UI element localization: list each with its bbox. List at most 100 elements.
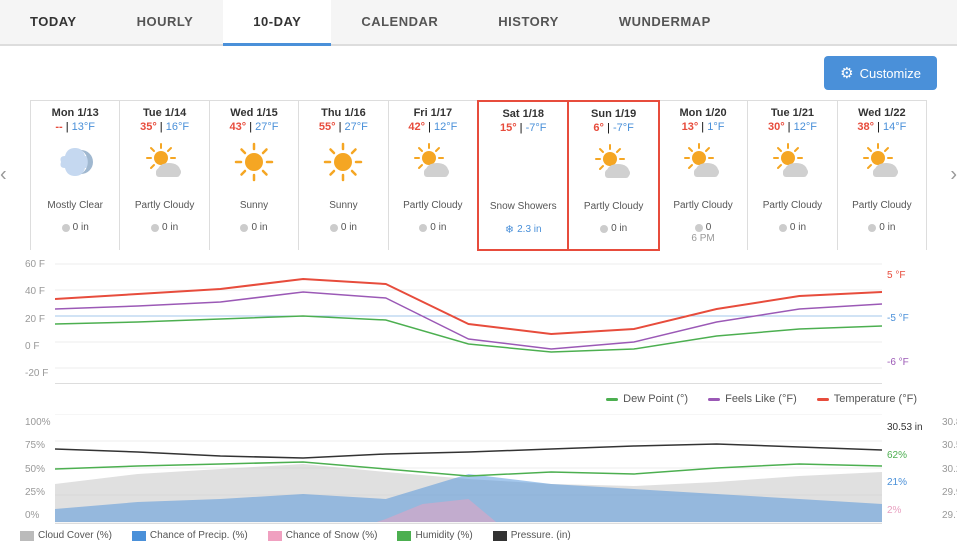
toolbar: ⚙ Customize xyxy=(0,46,957,100)
day-label: Partly Cloudy xyxy=(393,191,473,219)
rain-dot-icon xyxy=(330,224,338,232)
rain-dot-icon xyxy=(868,224,876,232)
day-temps: 43° | 27°F xyxy=(214,121,294,133)
legend-humidity: Humidity (%) xyxy=(397,530,472,541)
day-temps: 13° | 1°F xyxy=(663,121,743,133)
day-icon xyxy=(663,137,743,187)
precip-y-axis: 100% 75% 50% 25% 0% xyxy=(25,414,51,524)
day-precip: 0 in xyxy=(393,222,473,233)
day-date: Wed 1/22 xyxy=(842,107,922,119)
tab-wundermap[interactable]: WUNDERMAP xyxy=(589,0,741,46)
tab-hourly[interactable]: HOURLY xyxy=(107,0,224,46)
snowflake-icon: ❄ xyxy=(505,223,514,236)
snow-chance-color xyxy=(268,531,282,541)
legend-pressure: Pressure. (in) xyxy=(493,530,571,541)
day-date: Fri 1/17 xyxy=(393,107,473,119)
snow-pct-label: 2% xyxy=(887,505,937,516)
day-temps: 42° | 12°F xyxy=(393,121,473,133)
day-label: Partly Cloudy xyxy=(752,191,832,219)
prev-arrow[interactable]: ‹ xyxy=(0,164,7,187)
precip-chart-svg xyxy=(55,414,882,524)
tab-history[interactable]: HISTORY xyxy=(468,0,589,46)
day-icon xyxy=(393,137,473,187)
humidity-label: 62% xyxy=(887,450,937,461)
day-icon xyxy=(35,137,115,187)
day-precip: ❄2.3 in xyxy=(483,223,563,236)
temp-chart xyxy=(55,254,882,384)
gear-icon: ⚙ xyxy=(840,64,853,82)
day-col-9[interactable]: Wed 1/2238° | 14°F Partly Cloudy0 in xyxy=(838,101,927,250)
day-icon xyxy=(124,137,204,187)
rain-dot-icon xyxy=(151,224,159,232)
chart-section: 60 F 40 F 20 F 0 F -20 F xyxy=(20,254,937,524)
day-icon xyxy=(214,137,294,187)
humidity-color xyxy=(397,531,411,541)
weather-section: ‹ Mon 1/13-- | 13°F Mostly Clear0 inTue … xyxy=(0,100,957,250)
day-precip: 0 xyxy=(663,222,743,233)
day-precip: 0 in xyxy=(752,222,832,233)
tab-bar: TODAY HOURLY 10-DAY CALENDAR HISTORY WUN… xyxy=(0,0,957,46)
day-col-1[interactable]: Tue 1/1435° | 16°F Partly Cloudy0 in xyxy=(120,101,209,250)
day-precip: 0 in xyxy=(214,222,294,233)
legend-dewpoint: Dew Point (°) xyxy=(606,393,688,405)
day-date: Thu 1/16 xyxy=(303,107,383,119)
tab-today[interactable]: TODAY xyxy=(0,0,107,46)
rain-dot-icon xyxy=(62,224,70,232)
time-note: 6 PM xyxy=(663,233,743,244)
temp-y-axis: 60 F 40 F 20 F 0 F -20 F xyxy=(25,254,48,384)
temp-color xyxy=(817,398,829,401)
day-temps: 35° | 16°F xyxy=(124,121,204,133)
day-icon xyxy=(842,137,922,187)
day-label: Partly Cloudy xyxy=(842,191,922,219)
day-precip: 0 in xyxy=(35,222,115,233)
day-date: Mon 1/13 xyxy=(35,107,115,119)
day-label: Partly Cloudy xyxy=(573,192,653,220)
rain-dot-icon xyxy=(779,224,787,232)
next-arrow[interactable]: › xyxy=(950,164,957,187)
rain-dot-icon xyxy=(600,225,608,233)
cloud-color xyxy=(20,531,34,541)
feelslike-color xyxy=(708,398,720,401)
legend-snow-chance: Chance of Snow (%) xyxy=(268,530,378,541)
legend-feellike: Feels Like (°F) xyxy=(708,393,797,405)
day-icon xyxy=(303,137,383,187)
day-date: Wed 1/15 xyxy=(214,107,294,119)
day-label: Snow Showers xyxy=(483,192,563,220)
day-col-0[interactable]: Mon 1/13 -- | 13°F Mostly Clear 0 in xyxy=(31,101,120,250)
day-label: Partly Cloudy xyxy=(663,191,743,219)
day-precip: 0 in xyxy=(124,222,204,233)
day-col-4[interactable]: Fri 1/17 42° | 12°F Partly Cloudy 0 in xyxy=(389,101,478,250)
day-label: Mostly Clear xyxy=(35,191,115,219)
day-col-6[interactable]: Sun 1/196° | -7°F Partly Cloudy0 in xyxy=(567,100,659,251)
day-col-2[interactable]: Wed 1/15 43° | 27°F Sunny 0 in xyxy=(210,101,299,250)
temp-label-mid: -5 °F xyxy=(887,313,937,324)
day-col-3[interactable]: Thu 1/1655° | 27°F Sunny0 in xyxy=(299,101,388,250)
day-col-7[interactable]: Mon 1/2013° | 1°F Partly Cloudy06 PM xyxy=(659,101,748,250)
day-icon xyxy=(573,138,653,188)
rain-dot-icon xyxy=(695,224,703,232)
day-icon xyxy=(752,137,832,187)
tab-10day[interactable]: 10-DAY xyxy=(223,0,331,46)
legend-precip-chance: Chance of Precip. (%) xyxy=(132,530,248,541)
day-date: Sat 1/18 xyxy=(483,108,563,120)
pressure-label: 30.53 in xyxy=(887,422,937,433)
dewpoint-color xyxy=(606,398,618,401)
day-temps: 6° | -7°F xyxy=(573,122,653,134)
day-label: Sunny xyxy=(214,191,294,219)
day-temps: -- | 13°F xyxy=(35,121,115,133)
temp-chart-svg xyxy=(55,254,882,384)
customize-button[interactable]: ⚙ Customize xyxy=(824,56,937,90)
day-col-5[interactable]: Sat 1/1815° | -7°F ❄ ❄ ❄ Snow Showers❄2.… xyxy=(477,100,569,251)
legend-cloud: Cloud Cover (%) xyxy=(20,530,112,541)
day-precip: 0 in xyxy=(842,222,922,233)
day-grid: Mon 1/13-- | 13°F Mostly Clear0 inTue 1/… xyxy=(30,100,927,250)
day-label: Partly Cloudy xyxy=(124,191,204,219)
day-date: Sun 1/19 xyxy=(573,108,653,120)
temp-label-high: 5 °F xyxy=(887,270,937,281)
legend-temp: Temperature (°F) xyxy=(817,393,917,405)
rain-dot-icon xyxy=(419,224,427,232)
tab-calendar[interactable]: CALENDAR xyxy=(331,0,468,46)
precip-pct-label: 21% xyxy=(887,477,937,488)
precip-chart xyxy=(55,414,882,524)
day-col-8[interactable]: Tue 1/2130° | 12°F Partly Cloudy0 in xyxy=(748,101,837,250)
